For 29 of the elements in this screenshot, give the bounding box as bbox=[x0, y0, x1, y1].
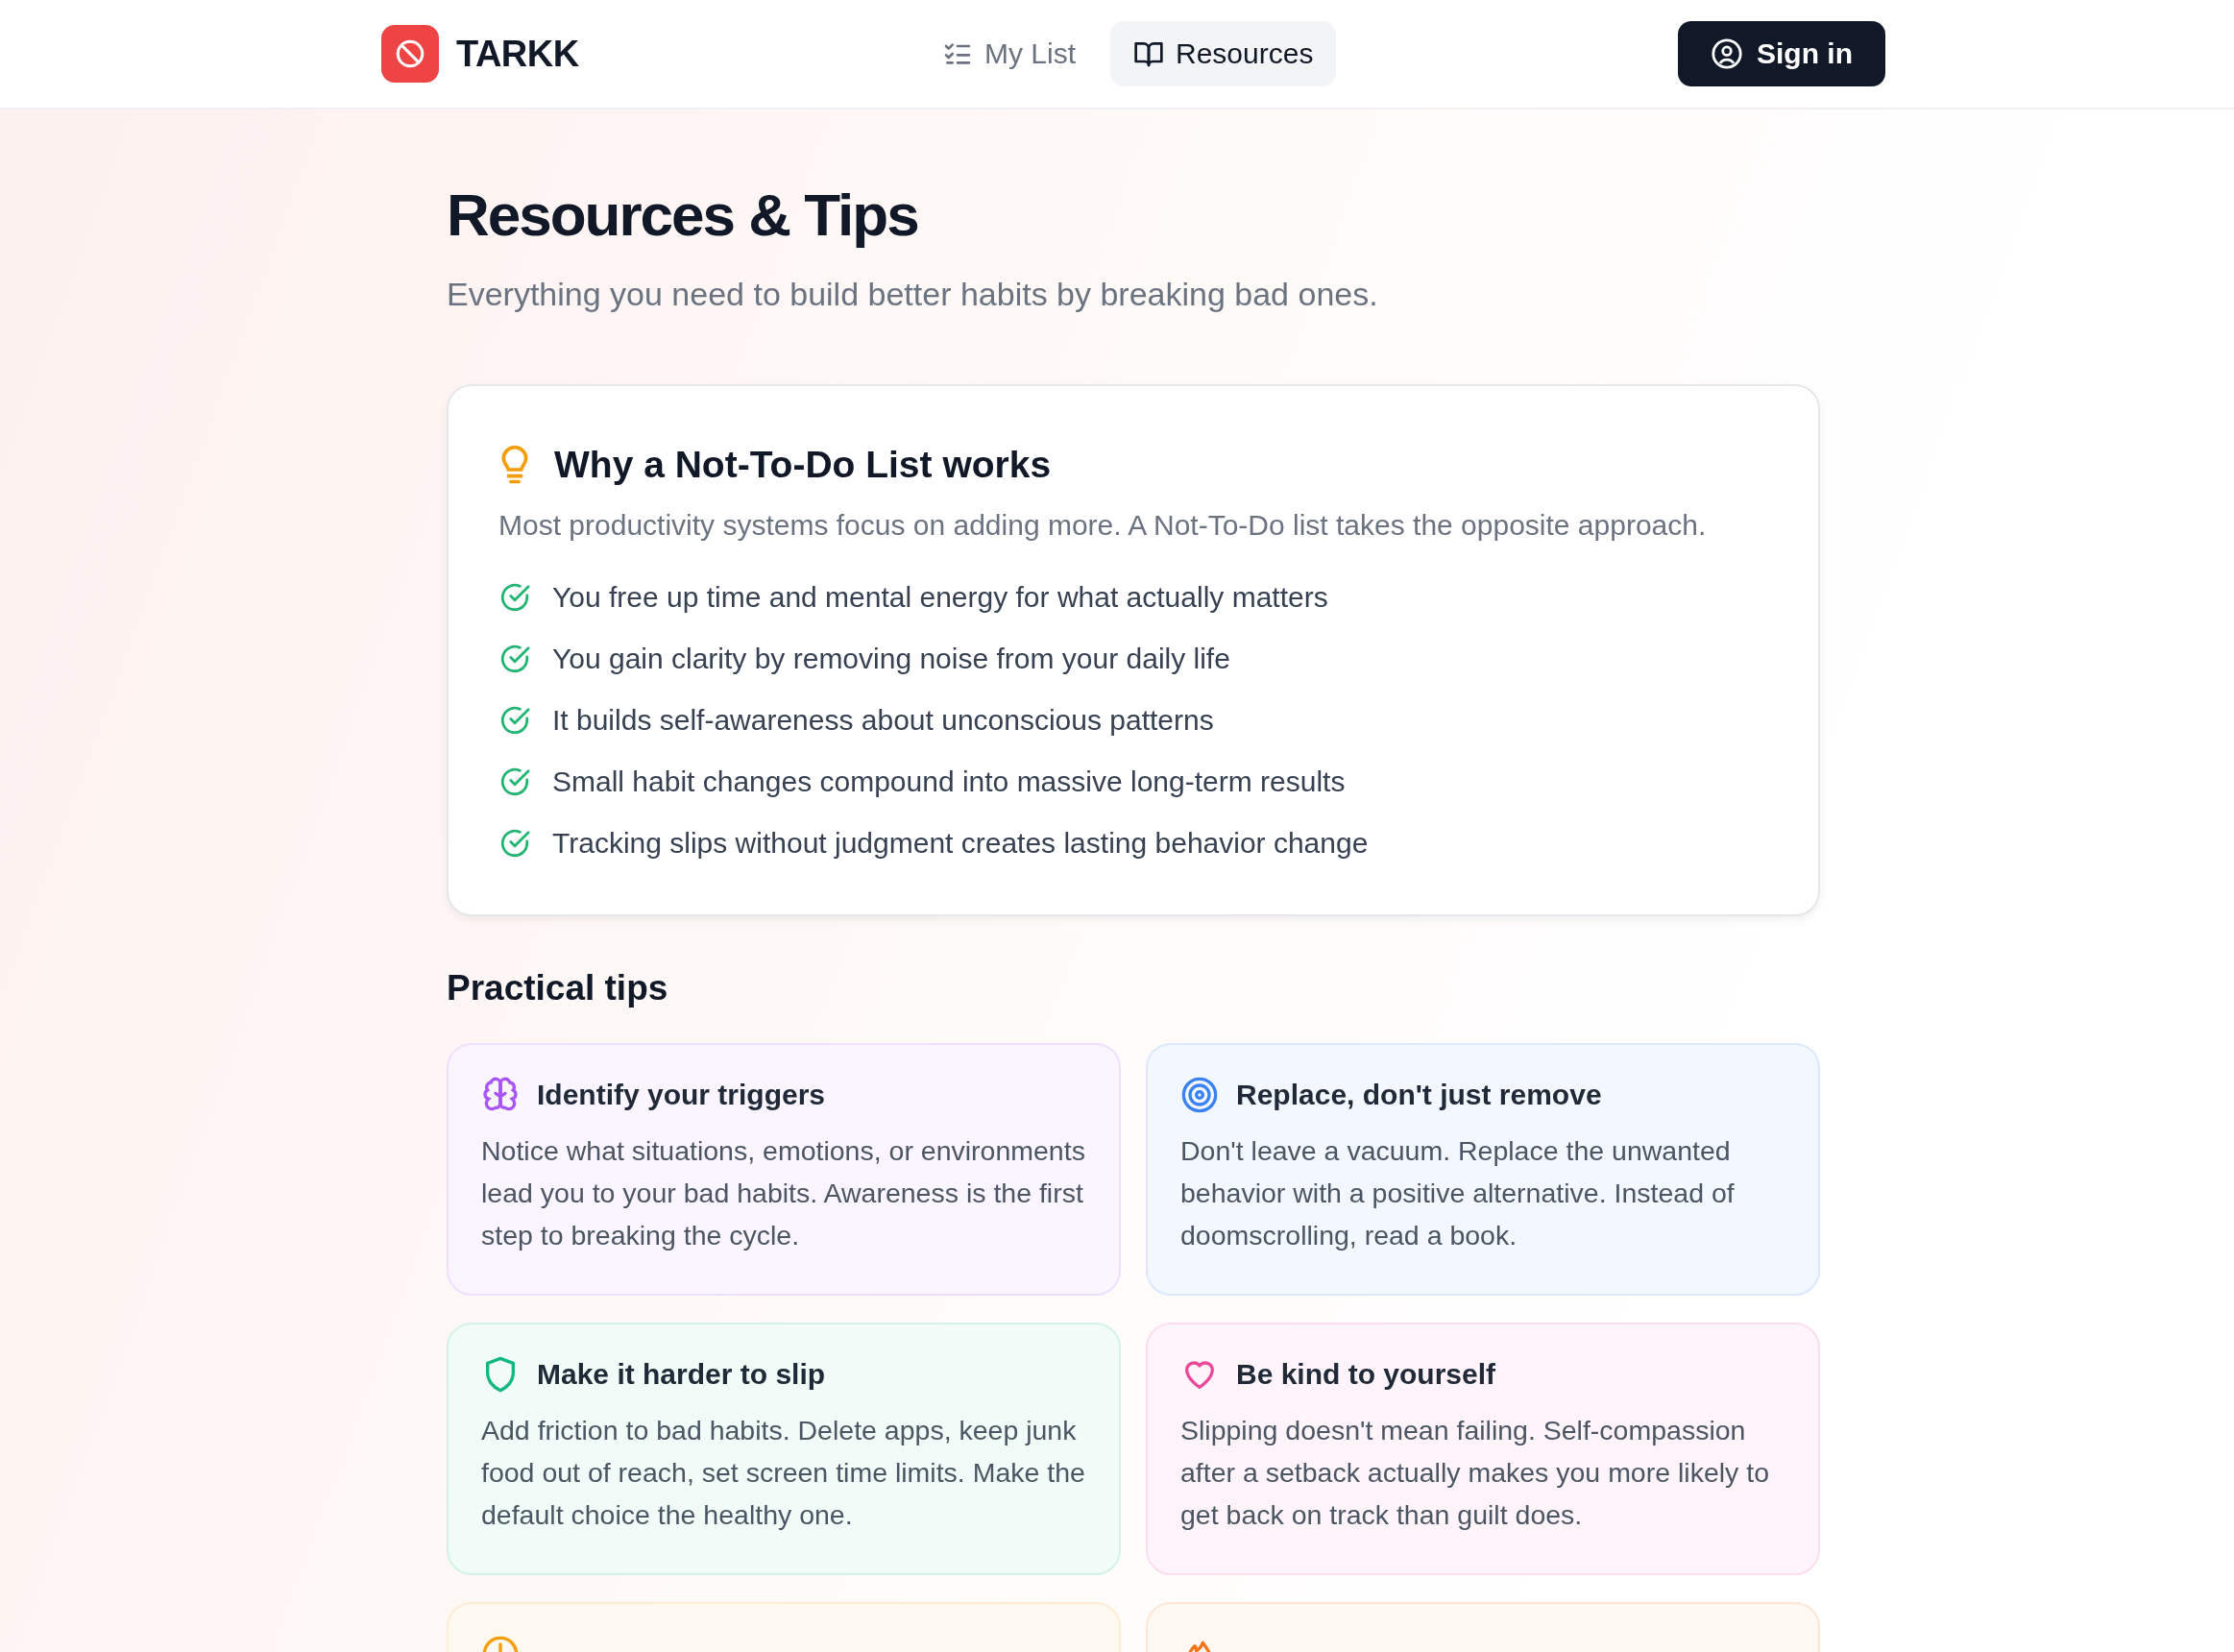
check-circle-icon bbox=[498, 581, 531, 614]
nav-tab[interactable]: Resources bbox=[1110, 21, 1337, 86]
tip-title: Be kind to yourself bbox=[1236, 1358, 1496, 1391]
check-circle-icon bbox=[498, 827, 531, 860]
benefit-text: Tracking slips without judgment creates lasting behavior change bbox=[552, 827, 1369, 860]
benefit-text: Small habit changes compound into massive long-term results bbox=[552, 765, 1346, 798]
user-icon bbox=[1711, 37, 1743, 70]
tip-text: Slipping doesn't mean failing. Self-compassion after a setback actually makes you more likely to get back on track than guilt does. bbox=[1180, 1414, 1770, 1532]
prohibited-logo-icon bbox=[381, 25, 439, 83]
page-title: Resources & Tips bbox=[447, 181, 919, 249]
tip-title: Identify your triggers bbox=[537, 1079, 826, 1111]
benefit-text: It builds self-awareness about unconscious patterns bbox=[552, 704, 1214, 737]
tip-text: Add friction to bad habits. Delete apps, keep junk food out of reach, set screen time limits. Make the default choice the healthy one. bbox=[481, 1414, 1086, 1532]
check-circle-icon bbox=[498, 643, 531, 675]
check-circle-icon bbox=[498, 704, 531, 737]
page-subtitle: Everything you need to build better habits by breaking bad ones. bbox=[447, 276, 1379, 313]
benefit-text: You free up time and mental energy for what actually matters bbox=[552, 581, 1328, 614]
tip-title: Replace, don't just remove bbox=[1236, 1079, 1602, 1111]
card-intro: Most productivity systems focus on adding more. A Not-To-Do list takes the opposite approach. bbox=[498, 509, 1708, 542]
benefit-text: You gain clarity by removing noise from your daily life bbox=[552, 643, 1230, 675]
nav-tab[interactable]: My List bbox=[919, 21, 1099, 86]
check-circle-icon bbox=[498, 765, 531, 798]
tip-title: Make it harder to slip bbox=[537, 1358, 826, 1391]
tip-text: Don't leave a vacuum. Replace the unwanted behavior with a positive alternative. Instead of doomscrolling, read a book. bbox=[1180, 1134, 1736, 1252]
sign-in-button[interactable]: Sign in bbox=[1678, 21, 1885, 86]
tip-text: Notice what situations, emotions, or environments lead you to your bad habits. Awareness is the first step to breaking the cycle. bbox=[481, 1134, 1086, 1252]
card-title: Why a Not-To-Do List works bbox=[554, 444, 1052, 486]
brand-name: TARKK bbox=[456, 33, 579, 75]
section-heading: Practical tips bbox=[447, 968, 669, 1008]
